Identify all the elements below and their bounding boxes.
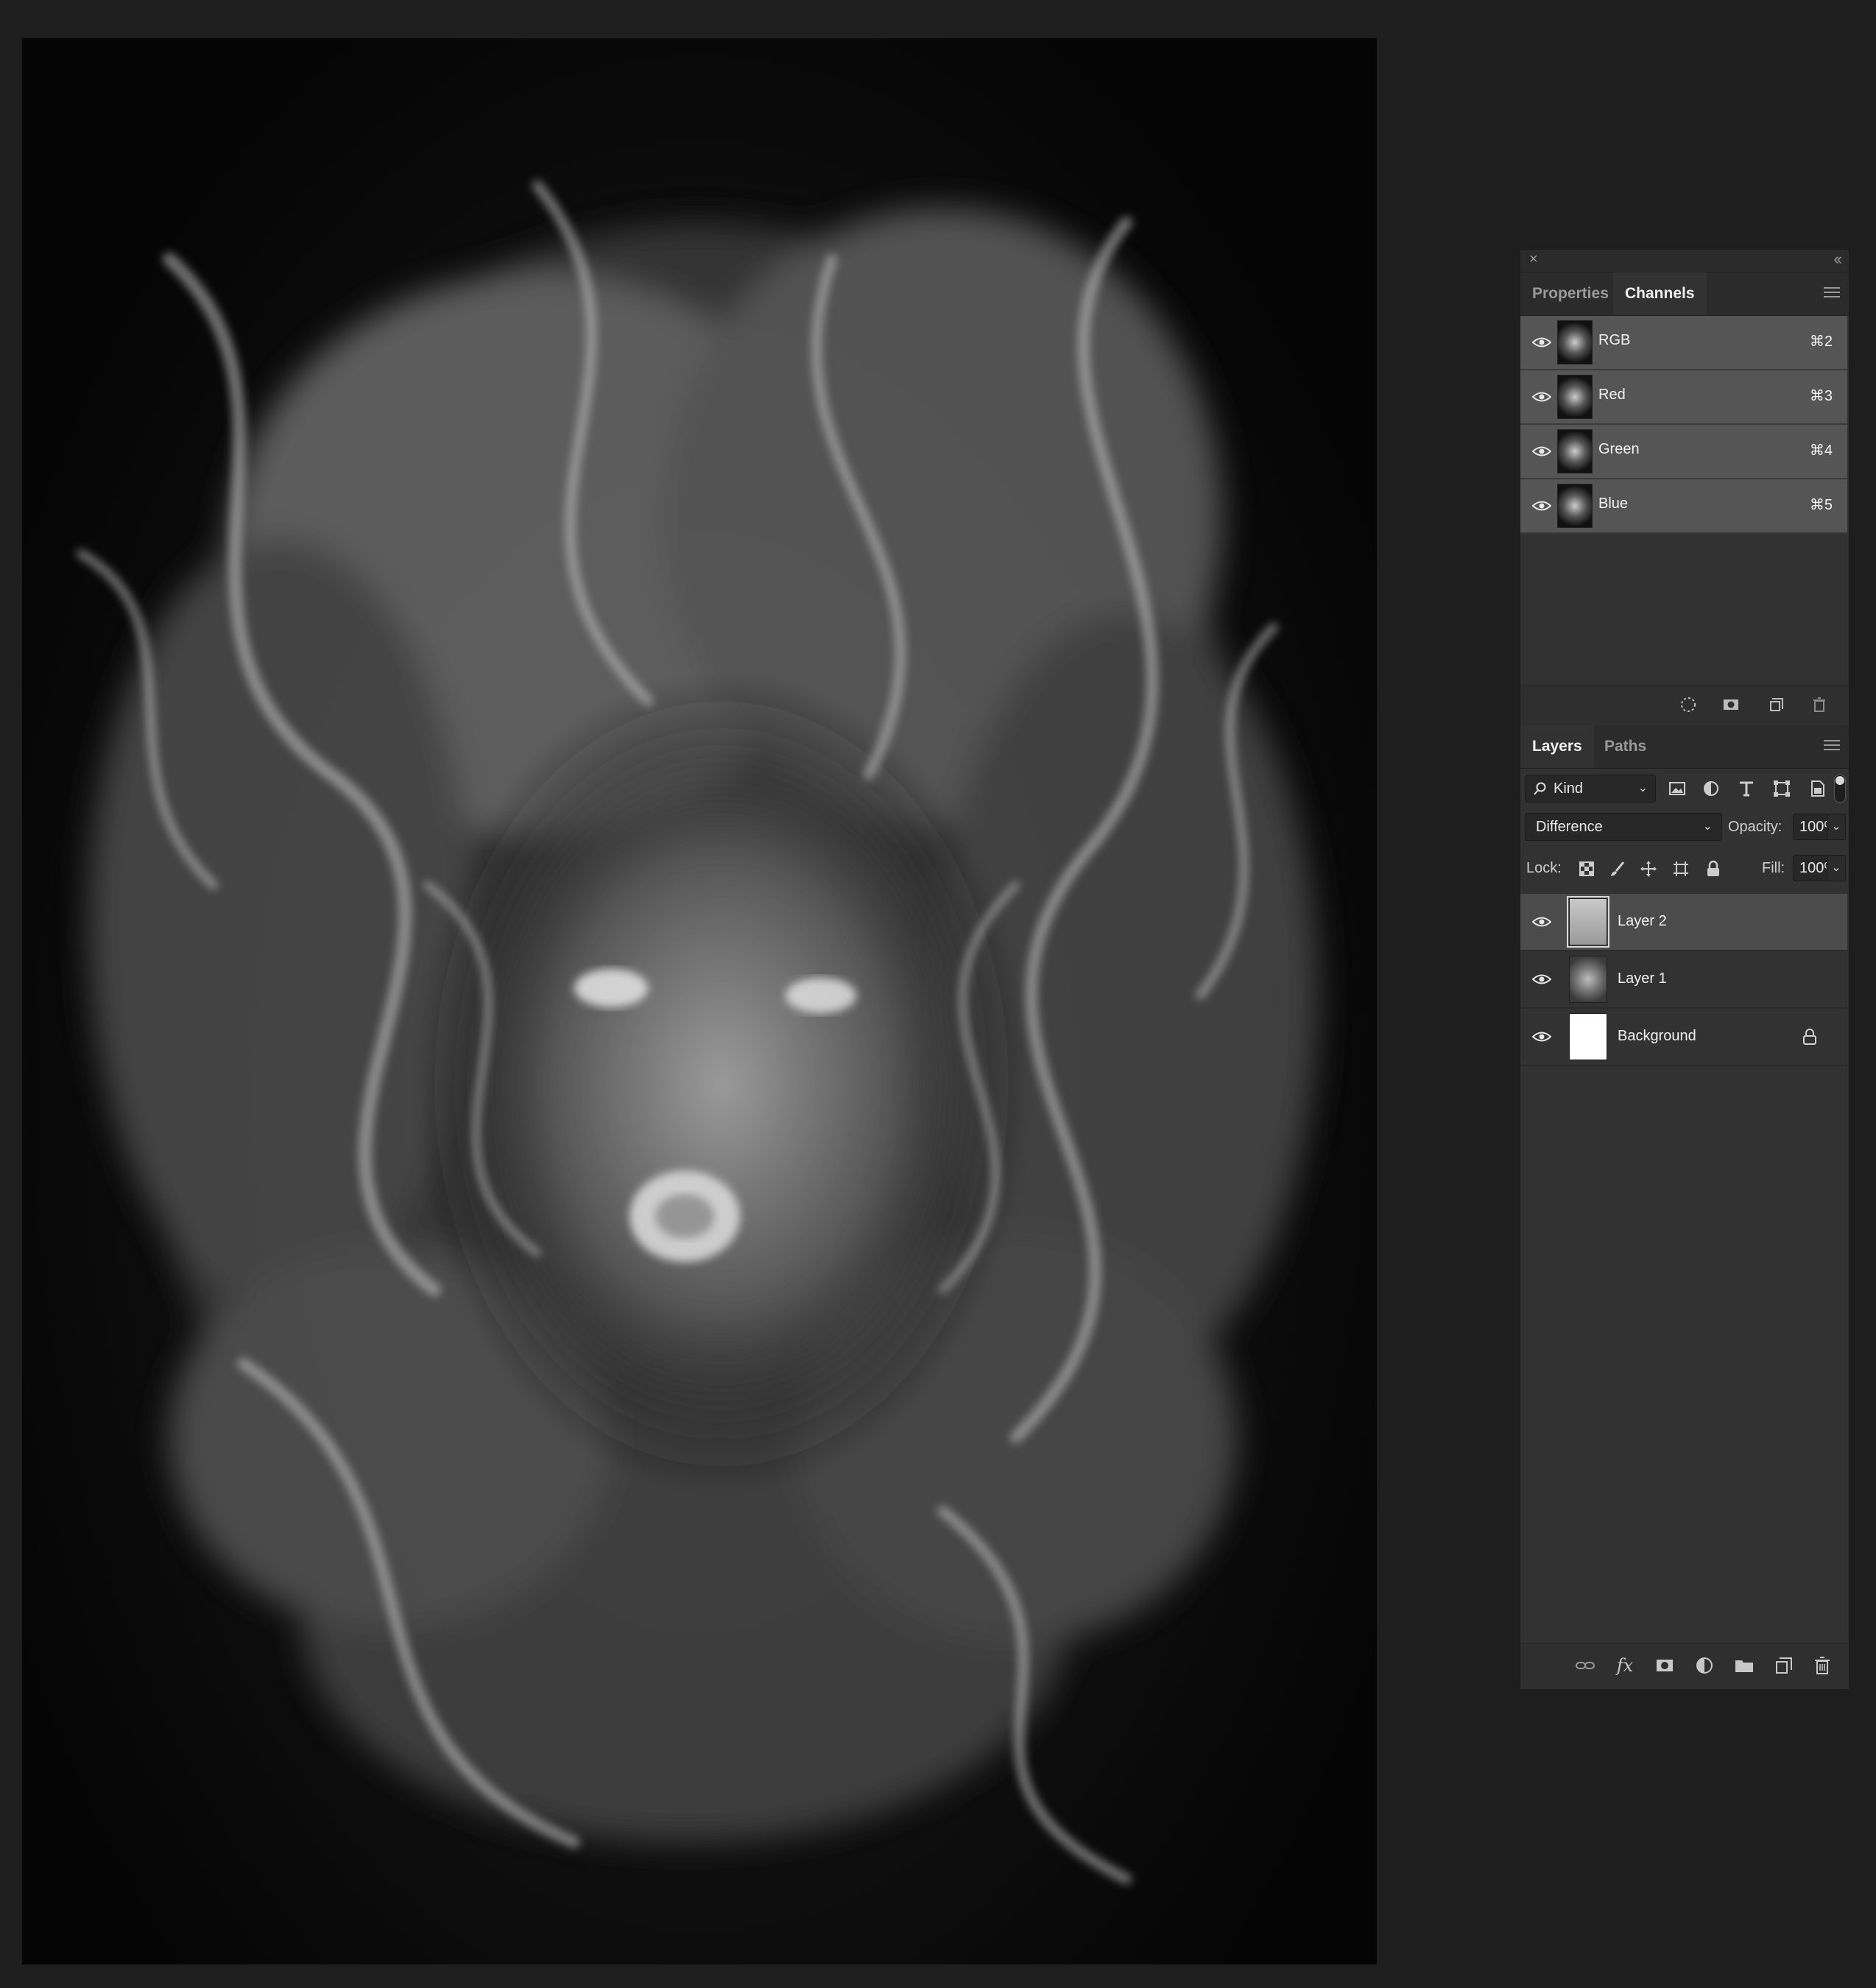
trash-icon[interactable] xyxy=(1810,696,1828,713)
opacity-label: Opacity: xyxy=(1728,819,1782,835)
shape-filter-icon[interactable] xyxy=(1772,779,1791,798)
pixel-layer-filter-icon[interactable] xyxy=(1668,779,1687,798)
lock-all-icon[interactable] xyxy=(1704,860,1722,878)
layer-row-layer-1[interactable]: Layer 1 xyxy=(1520,951,1847,1009)
layer-row-background[interactable]: Background xyxy=(1520,1009,1847,1066)
link-icon[interactable] xyxy=(1575,1655,1595,1676)
filter-kind-select[interactable]: Kind ⌄ xyxy=(1525,775,1656,803)
blend-mode-value: Difference xyxy=(1536,819,1603,835)
layer-thumbnail xyxy=(1569,956,1607,1003)
channel-shortcut: ⌘2 xyxy=(1809,334,1833,350)
channel-row-green[interactable]: Green ⌘4 xyxy=(1520,425,1847,479)
layer-name[interactable]: Layer 2 xyxy=(1618,913,1667,930)
new-layer-icon[interactable] xyxy=(1774,1655,1794,1676)
load-selection-icon[interactable] xyxy=(1679,696,1697,713)
tab-channels[interactable]: Channels xyxy=(1613,272,1707,315)
panel-menu-icon[interactable] xyxy=(1824,287,1840,299)
lock-label: Lock: xyxy=(1526,860,1562,876)
document-canvas[interactable] xyxy=(22,38,1377,1964)
eye-icon[interactable] xyxy=(1532,391,1551,403)
new-channel-icon[interactable] xyxy=(1768,696,1785,713)
bottom-tab-bar: Layers Paths xyxy=(1520,725,1849,769)
fx-icon[interactable]: fx xyxy=(1615,1655,1635,1676)
channels-footer xyxy=(1520,685,1849,725)
type-filter-icon[interactable] xyxy=(1737,779,1756,798)
panel-dock: × ‹‹ Properties Channels RGB ⌘2 Red ⌘3 G… xyxy=(1520,249,1849,1689)
layer-filter-row: Kind ⌄ xyxy=(1520,775,1849,807)
eye-icon[interactable] xyxy=(1532,973,1551,985)
fill-dropdown-chevron[interactable]: ⌄ xyxy=(1827,855,1846,881)
top-tab-bar: Properties Channels xyxy=(1520,272,1849,316)
smoke-wolf-artwork xyxy=(77,180,1318,1884)
adjustment-filter-icon[interactable] xyxy=(1702,779,1721,798)
channel-name: Red xyxy=(1598,387,1626,403)
mask-icon[interactable] xyxy=(1654,1655,1675,1676)
channel-thumbnail xyxy=(1557,429,1593,473)
layer-name[interactable]: Background xyxy=(1618,1028,1696,1045)
tab-paths[interactable]: Paths xyxy=(1593,725,1658,768)
panel-menu-icon[interactable] xyxy=(1824,740,1840,752)
fill-label: Fill: xyxy=(1762,860,1785,876)
close-icon[interactable]: × xyxy=(1529,251,1538,268)
channel-shortcut: ⌘5 xyxy=(1809,497,1833,513)
folder-icon[interactable] xyxy=(1734,1655,1755,1676)
blend-mode-select[interactable]: Difference ⌄ xyxy=(1525,813,1722,841)
layer-row-layer-2[interactable]: Layer 2 xyxy=(1520,894,1847,951)
opacity-dropdown-chevron[interactable]: ⌄ xyxy=(1827,814,1846,840)
padlock-icon[interactable] xyxy=(1802,1028,1818,1046)
eye-icon[interactable] xyxy=(1532,1031,1551,1043)
channel-row-red[interactable]: Red ⌘3 xyxy=(1520,370,1847,425)
layer-thumbnail xyxy=(1569,1013,1607,1060)
tab-properties[interactable]: Properties xyxy=(1520,272,1621,315)
panel-header-bar: × ‹‹ xyxy=(1520,250,1849,272)
channel-row-rgb[interactable]: RGB ⌘2 xyxy=(1520,316,1847,370)
channel-name: RGB xyxy=(1598,332,1631,348)
layers-footer: fx xyxy=(1520,1643,1849,1689)
lock-fill-row: Lock: Fill: 100% ⌄ xyxy=(1520,854,1849,887)
layer-name[interactable]: Layer 1 xyxy=(1618,970,1667,987)
lock-position-move-icon[interactable] xyxy=(1640,860,1657,878)
channel-shortcut: ⌘4 xyxy=(1809,443,1833,459)
channel-thumbnail xyxy=(1557,375,1593,419)
eye-icon[interactable] xyxy=(1532,336,1551,348)
search-icon xyxy=(1534,782,1546,795)
channel-thumbnail xyxy=(1557,484,1593,528)
layers-panel: Kind ⌄ Difference ⌄ Opacity: 100% ⌄ Lock… xyxy=(1520,769,1849,1689)
channel-row-blue[interactable]: Blue ⌘5 xyxy=(1520,479,1847,534)
eye-icon[interactable] xyxy=(1532,445,1551,457)
smart-object-filter-icon[interactable] xyxy=(1808,779,1827,798)
chevron-down-icon: ⌄ xyxy=(1702,820,1713,833)
blend-opacity-row: Difference ⌄ Opacity: 100% ⌄ xyxy=(1520,813,1849,845)
collapse-icon[interactable]: ‹‹ xyxy=(1833,250,1842,269)
chevron-down-icon: ⌄ xyxy=(1637,782,1648,794)
filter-toggle-switch[interactable] xyxy=(1834,775,1846,803)
layer-thumbnail xyxy=(1567,896,1609,948)
lock-transparent-pixels-icon[interactable] xyxy=(1578,860,1595,878)
lock-artboard-icon[interactable] xyxy=(1672,860,1690,878)
eye-icon[interactable] xyxy=(1532,916,1551,928)
trash-icon[interactable] xyxy=(1812,1655,1833,1676)
save-selection-icon[interactable] xyxy=(1722,696,1740,713)
channel-name: Blue xyxy=(1598,496,1629,512)
channels-panel: RGB ⌘2 Red ⌘3 Green ⌘4 Blue ⌘5 xyxy=(1520,316,1849,725)
channel-shortcut: ⌘3 xyxy=(1809,388,1833,404)
channel-thumbnail xyxy=(1557,320,1593,364)
tab-layers[interactable]: Layers xyxy=(1520,725,1594,768)
lock-image-pixels-brush-icon[interactable] xyxy=(1609,860,1626,878)
eye-icon[interactable] xyxy=(1532,500,1551,512)
channel-name: Green xyxy=(1598,441,1640,457)
adjustment-icon[interactable] xyxy=(1694,1655,1715,1676)
filter-kind-label: Kind xyxy=(1554,780,1584,797)
